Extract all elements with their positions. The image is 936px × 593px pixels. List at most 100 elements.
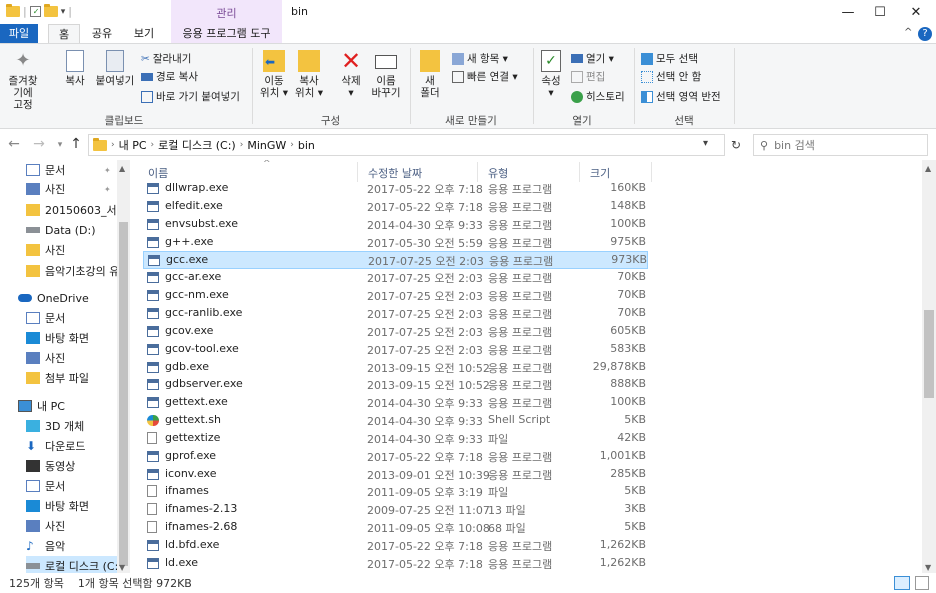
file-row[interactable]: ifnames 2011-09-05 오후 3:19 파일 5KB xyxy=(143,483,648,501)
nav-item[interactable]: 동영상 xyxy=(26,456,75,476)
tab-view[interactable]: 보기 xyxy=(128,24,160,44)
file-row[interactable]: gettext.exe 2014-04-30 오후 9:33 응용 프로그램 100K… xyxy=(143,394,648,412)
nav-item[interactable]: 사진 xyxy=(26,348,65,368)
file-row[interactable]: gcc-ranlib.exe 2017-07-25 오전 2:03 응용 프로그램 7… xyxy=(143,305,648,323)
file-row[interactable]: dllwrap.exe 2017-05-22 오후 7:18 응용 프로그램 160K… xyxy=(143,180,648,198)
file-row[interactable]: iconv.exe 2013-09-01 오전 10:39 응용 프로그램 285KB xyxy=(143,466,648,484)
nav-item[interactable]: 문서 xyxy=(26,476,65,496)
nav-item[interactable]: 사진 xyxy=(26,516,65,536)
pin-icon[interactable]: ✦ xyxy=(104,185,111,194)
file-row[interactable]: gettext.sh 2014-04-30 오후 9:33 Shell Script… xyxy=(143,412,648,430)
copy-button[interactable]: 복사 xyxy=(62,50,88,87)
nav-scroll-up-icon[interactable]: ▲ xyxy=(119,164,125,173)
nav-item[interactable]: 문서 xyxy=(26,308,65,328)
file-row[interactable]: gettextize 2014-04-30 오후 9:33 파일 42KB xyxy=(143,430,648,448)
file-row[interactable]: ifnames-2.13 2009-07-25 오전 11:07 13 파일 3KB xyxy=(143,501,648,519)
large-icons-view-icon[interactable] xyxy=(915,576,929,590)
file-row[interactable]: gdb.exe 2013-09-15 오전 10:52 응용 프로그램 29,878K… xyxy=(143,359,648,377)
nav-item[interactable]: 사진 ✦ xyxy=(26,179,111,199)
new-folder-button[interactable]: 새 폴더 xyxy=(416,50,444,99)
properties-button[interactable]: ✓ 속성 ▾ xyxy=(537,50,565,99)
file-row[interactable]: gcov-tool.exe 2017-07-25 오전 2:03 응용 프로그램 58… xyxy=(143,341,648,359)
move-to-button[interactable]: ⬅ 이동 위치 ▾ xyxy=(259,50,289,99)
edit-button[interactable]: 편집 xyxy=(571,69,605,84)
recent-locations-button[interactable]: ▾ xyxy=(52,140,68,150)
refresh-button[interactable]: ↻ xyxy=(731,138,741,152)
column-header-name[interactable]: 이름 xyxy=(148,165,168,181)
column-header-type[interactable]: 유형 xyxy=(488,165,508,181)
file-row[interactable]: gcc-ar.exe 2017-07-25 오전 2:03 응용 프로그램 70KB xyxy=(143,269,648,287)
file-row[interactable]: gprof.exe 2017-05-22 오후 7:18 응용 프로그램 1,001K… xyxy=(143,448,648,466)
cut-button[interactable]: ✂ 잘라내기 xyxy=(141,51,191,66)
nav-item[interactable]: 사진 xyxy=(26,240,65,260)
copy-to-button[interactable]: 복사 위치 ▾ xyxy=(294,50,324,99)
history-button[interactable]: 히스토리 xyxy=(571,89,625,104)
nav-item[interactable]: 첨부 파일 xyxy=(26,368,89,388)
qat-dropdown-icon[interactable]: ▾ xyxy=(61,7,66,17)
scroll-up-icon[interactable]: ▲ xyxy=(925,164,931,173)
breadcrumb-local-disk[interactable]: 로컬 디스크 (C:) xyxy=(158,137,236,153)
easy-access-button[interactable]: 빠른 연결 ▾ xyxy=(452,69,518,84)
nav-item[interactable]: 바탕 화면 xyxy=(26,328,89,348)
tab-manage[interactable]: 응용 프로그램 도구 xyxy=(171,24,282,44)
minimize-button[interactable]: — xyxy=(832,0,864,24)
nav-scrollbar-thumb[interactable] xyxy=(119,222,128,566)
nav-item[interactable]: Data (D:) xyxy=(26,220,96,240)
nav-item[interactable]: 음악기초강의 유 xyxy=(26,261,119,281)
file-row[interactable]: envsubst.exe 2014-04-30 오후 9:33 응용 프로그램 100… xyxy=(143,216,648,234)
file-row[interactable]: gcc-nm.exe 2017-07-25 오전 2:03 응용 프로그램 70KB xyxy=(143,287,648,305)
breadcrumb-mingw[interactable]: MinGW xyxy=(247,139,286,152)
nav-item[interactable]: 내 PC xyxy=(18,396,65,416)
pin-icon[interactable]: ✦ xyxy=(104,166,111,175)
new-folder-quick-icon[interactable] xyxy=(43,4,58,17)
copy-path-button[interactable]: 경로 복사 xyxy=(141,69,198,84)
tab-home[interactable]: 홈 xyxy=(48,24,80,44)
file-row[interactable]: gcov.exe 2017-07-25 오전 2:03 응용 프로그램 605KB xyxy=(143,323,648,341)
tab-file[interactable]: 파일 xyxy=(0,24,38,44)
paste-button[interactable]: 붙여넣기 xyxy=(92,50,138,87)
file-row[interactable]: ifnames-2.68 2011-09-05 오후 10:08 68 파일 5KB xyxy=(143,519,648,537)
delete-button[interactable]: ✕ 삭제 ▾ xyxy=(337,49,365,99)
rename-button[interactable]: 이름 바꾸기 xyxy=(370,50,402,99)
search-input[interactable]: ⚲ bin 검색 xyxy=(753,134,928,156)
back-button[interactable]: ← xyxy=(6,136,22,152)
nav-item[interactable]: 20150603_서유 xyxy=(26,200,127,220)
file-row[interactable]: ld.bfd.exe 2017-05-22 오후 7:18 응용 프로그램 1,262… xyxy=(143,537,648,555)
nav-item[interactable]: ⬇ 다운로드 xyxy=(26,436,85,456)
breadcrumb-bin[interactable]: bin xyxy=(298,139,315,152)
help-icon[interactable]: ? xyxy=(918,27,932,41)
up-button[interactable]: ↑ xyxy=(68,136,84,152)
forward-button[interactable]: → xyxy=(31,136,47,152)
nav-scroll-down-icon[interactable]: ▼ xyxy=(119,563,125,572)
column-header-date[interactable]: 수정한 날짜 xyxy=(368,165,422,181)
details-view-icon[interactable] xyxy=(894,576,910,590)
properties-quick-icon[interactable]: ✓ xyxy=(29,6,41,17)
open-button[interactable]: 열기 ▾ xyxy=(571,51,614,66)
file-row[interactable]: g++.exe 2017-05-30 오전 5:59 응용 프로그램 975KB xyxy=(143,234,648,252)
file-row[interactable]: gdbserver.exe 2013-09-15 오전 10:52 응용 프로그램 8… xyxy=(143,376,648,394)
nav-item[interactable]: 문서 ✦ xyxy=(26,160,111,180)
file-row[interactable]: ld.exe 2017-05-22 오후 7:18 응용 프로그램 1,262KB xyxy=(143,555,648,573)
nav-item[interactable]: OneDrive xyxy=(18,288,89,308)
file-row[interactable]: gcc.exe 2017-07-25 오전 2:03 응용 프로그램 973KB xyxy=(143,251,648,270)
column-header-size[interactable]: 크기 xyxy=(590,165,610,181)
select-all-button[interactable]: 모두 선택 xyxy=(641,51,698,66)
new-item-button[interactable]: 새 항목 ▾ xyxy=(452,51,508,66)
address-dropdown-button[interactable]: ▾ xyxy=(703,138,708,149)
file-list-scrollbar-thumb[interactable] xyxy=(924,310,934,398)
nav-item[interactable]: ♪ 음악 xyxy=(26,536,65,556)
tab-share[interactable]: 공유 xyxy=(86,24,118,44)
scroll-down-icon[interactable]: ▼ xyxy=(925,563,931,572)
nav-item[interactable]: 3D 개체 xyxy=(26,416,84,436)
ribbon-collapse-icon[interactable]: ^ xyxy=(904,27,912,38)
paste-shortcut-button[interactable]: 바로 가기 붙여넣기 xyxy=(141,89,240,104)
breadcrumb-this-pc[interactable]: 내 PC xyxy=(119,137,147,153)
address-box[interactable]: › 내 PC › 로컬 디스크 (C:) › MinGW › bin ▾ xyxy=(88,134,725,156)
select-none-button[interactable]: 선택 안 함 xyxy=(641,69,701,84)
invert-selection-button[interactable]: 선택 영역 반전 xyxy=(641,89,721,104)
maximize-button[interactable]: ☐ xyxy=(864,0,896,24)
close-button[interactable]: ✕ xyxy=(900,0,932,24)
file-row[interactable]: elfedit.exe 2017-05-22 오후 7:18 응용 프로그램 148K… xyxy=(143,198,648,216)
pin-quick-access-button[interactable]: ✦ 즐겨찾기에 고정 xyxy=(4,50,42,111)
nav-item[interactable]: 로컬 디스크 (C:) xyxy=(26,556,126,573)
